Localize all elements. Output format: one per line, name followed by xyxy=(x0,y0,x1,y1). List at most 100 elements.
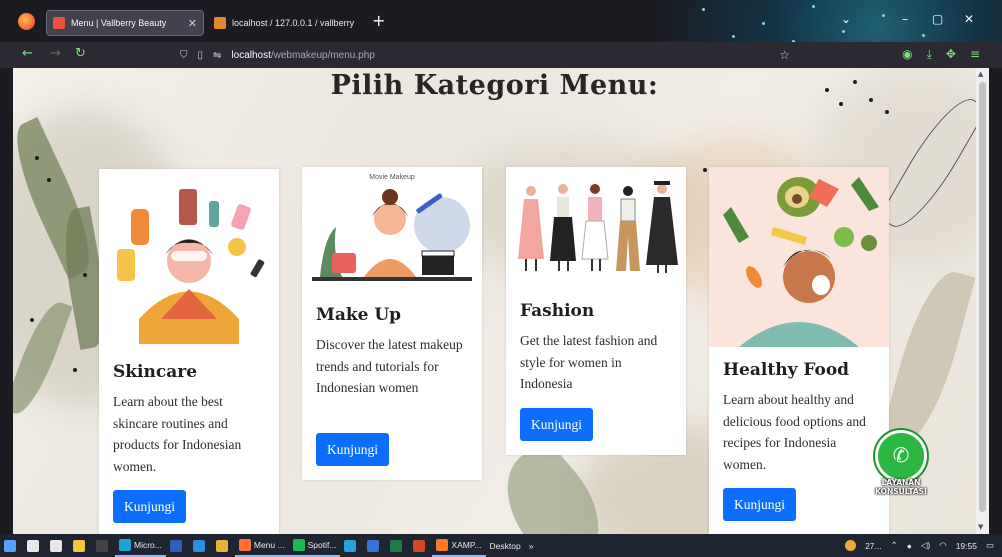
shield-icon[interactable]: ⛉ xyxy=(180,50,188,61)
taskbar-item-label: Desktop xyxy=(489,540,521,551)
kunjungi-fashion-button[interactable]: Kunjungi xyxy=(520,408,594,441)
taskbar-item-label: Micro... xyxy=(134,539,162,550)
card-healthy-food: Healthy Food Learn about healthy and del… xyxy=(709,167,889,534)
kunjungi-healthy-food-button[interactable]: Kunjungi xyxy=(723,488,797,521)
notification-icon[interactable]: ▭ xyxy=(986,540,994,551)
scroll-down-icon[interactable]: ▼ xyxy=(978,523,983,531)
powerpoint-icon xyxy=(413,539,426,552)
close-tab-icon[interactable]: ✕ xyxy=(188,17,197,30)
windows-start-icon xyxy=(4,539,16,552)
maximize-button[interactable]: ▢ xyxy=(932,12,943,26)
screen: Menu | Vallberry Beauty ✕ localhost / 12… xyxy=(0,0,1002,557)
firefox-icon[interactable] xyxy=(18,13,35,30)
word-taskbar-item[interactable] xyxy=(166,534,189,557)
cmd-icon xyxy=(96,539,108,552)
excel-taskbar-item[interactable] xyxy=(386,534,409,557)
powerpoint-taskbar-item[interactable] xyxy=(409,534,432,557)
chrome-icon xyxy=(215,539,228,552)
spotify-icon xyxy=(292,538,305,551)
cortana-taskbar-item[interactable] xyxy=(46,534,69,557)
menu-icon[interactable]: ≡ xyxy=(970,47,980,62)
taskbar-item-label: Spotif... xyxy=(307,539,337,550)
xampp-taskbar-item[interactable]: XAMP... xyxy=(432,534,486,557)
firefox-taskbar-item[interactable]: Menu ... xyxy=(234,534,289,557)
taskbar-item-label: Menu ... xyxy=(253,539,285,550)
makeup-illustration: Movie Makeup xyxy=(302,167,482,287)
chevron-down-icon[interactable]: ⌄ xyxy=(841,12,851,26)
tab-title: localhost / 127.0.0.1 / vallberry | xyxy=(232,18,356,28)
firefox-icon xyxy=(238,538,251,551)
whatsapp-label: LAYANAN KONSULTASI xyxy=(875,478,927,496)
card-description: Get the latest fashion and style for wom… xyxy=(520,333,658,391)
page-icon: ▯ xyxy=(197,49,204,61)
page-favicon-icon xyxy=(53,17,65,29)
file-explorer-taskbar-item[interactable] xyxy=(69,534,92,557)
extensions-icon[interactable]: ✥ xyxy=(946,47,956,62)
minimize-button[interactable]: – xyxy=(902,12,908,26)
permissions-icon[interactable]: ⇋ xyxy=(213,50,221,61)
excel-icon xyxy=(390,539,403,552)
microphone-icon[interactable]: ● xyxy=(907,541,912,551)
card-title: Skincare xyxy=(113,362,198,382)
volume-icon[interactable]: ◁) xyxy=(921,540,930,551)
xampp-icon xyxy=(436,538,449,551)
page-viewport: Pilih Kategori Menu: Skincare Learn abou… xyxy=(13,68,976,534)
spotify-taskbar-item[interactable]: Spotif... xyxy=(288,534,341,557)
vscode-taskbar-item[interactable] xyxy=(189,534,212,557)
card-title: Fashion xyxy=(520,301,595,321)
weather-text[interactable]: 27... xyxy=(865,541,882,551)
desktop-taskbar-item[interactable]: Desktop xyxy=(486,534,525,557)
clock-time[interactable]: 19:55 xyxy=(956,541,977,551)
browser-nav-bar: ← → ↻ ⛉ ▯ ⇋ localhost/webmakeup/menu.php… xyxy=(0,42,1002,68)
telegram-taskbar-item[interactable] xyxy=(340,534,363,557)
card-skincare: Skincare Learn about the best skincare r… xyxy=(99,169,279,534)
app-taskbar-item[interactable] xyxy=(363,534,386,557)
scroll-up-icon[interactable]: ▲ xyxy=(978,70,983,78)
card-title: Make Up xyxy=(316,305,402,325)
scrollbar-thumb[interactable] xyxy=(979,82,986,512)
download-icon[interactable]: ⤓ xyxy=(927,47,932,62)
card-make-up: Movie Makeup Make Up Discover the latest… xyxy=(302,167,482,480)
edge-icon xyxy=(119,538,131,551)
whatsapp-consultation-button[interactable]: ✆ LAYANAN KONSULTASI xyxy=(865,430,935,500)
url-bar[interactable]: ⛉ ▯ ⇋ localhost/webmakeup/menu.php ☆ xyxy=(180,45,800,65)
reload-icon[interactable]: ↻ xyxy=(75,46,86,61)
tab-title: Menu | Vallberry Beauty xyxy=(71,18,167,28)
card-description: Learn about healthy and delicious food o… xyxy=(723,392,866,472)
leaf-decoration xyxy=(880,264,976,452)
phpmyadmin-icon xyxy=(214,17,226,29)
vscode-icon xyxy=(192,539,205,552)
phone-icon: ✆ xyxy=(892,443,910,467)
new-tab-button[interactable]: + xyxy=(372,13,385,29)
pocket-icon[interactable]: ◉ xyxy=(902,47,912,62)
fashion-illustration xyxy=(506,167,686,287)
windows-taskbar: Micro... Menu ... Spotif... XAMP... Desktop »… xyxy=(0,534,1002,557)
search-taskbar-item[interactable] xyxy=(23,534,46,557)
close-window-button[interactable]: ✕ xyxy=(964,12,974,26)
card-description: Learn about the best skincare routines a… xyxy=(113,394,242,474)
card-title: Healthy Food xyxy=(723,360,850,380)
file-explorer-icon xyxy=(73,539,85,552)
word-icon xyxy=(169,539,182,552)
chevron-up-icon[interactable]: ⌃ xyxy=(891,540,898,551)
url-path: /webmakeup/menu.php xyxy=(270,49,375,61)
wifi-icon[interactable]: ◠ xyxy=(939,540,946,551)
kunjungi-make-up-button[interactable]: Kunjungi xyxy=(316,433,390,466)
chrome-taskbar-item[interactable] xyxy=(212,534,235,557)
back-arrow-icon[interactable]: ← xyxy=(22,46,33,61)
taskbar-item-label: XAMP... xyxy=(451,539,482,550)
card-fashion: Fashion Get the latest fashion and style… xyxy=(506,167,686,455)
url-host: localhost xyxy=(231,49,271,61)
windows-start-taskbar-item[interactable] xyxy=(0,534,23,557)
skincare-illustration xyxy=(99,169,279,344)
kunjungi-skincare-button[interactable]: Kunjungi xyxy=(113,490,187,523)
edge-taskbar-item[interactable]: Micro... xyxy=(115,534,166,557)
tab-menu-vallberry[interactable]: Menu | Vallberry Beauty ✕ xyxy=(46,10,204,36)
bookmark-star-icon[interactable]: ☆ xyxy=(779,48,790,62)
weather-icon[interactable] xyxy=(845,540,857,551)
taskbar-overflow-icon[interactable]: » xyxy=(525,534,538,557)
forward-arrow-icon[interactable]: → xyxy=(50,46,61,61)
cmd-taskbar-item[interactable] xyxy=(92,534,115,557)
page-scrollbar[interactable]: ▲ ▼ xyxy=(976,68,989,534)
tab-phpmyadmin[interactable]: localhost / 127.0.0.1 / vallberry | xyxy=(206,10,364,36)
